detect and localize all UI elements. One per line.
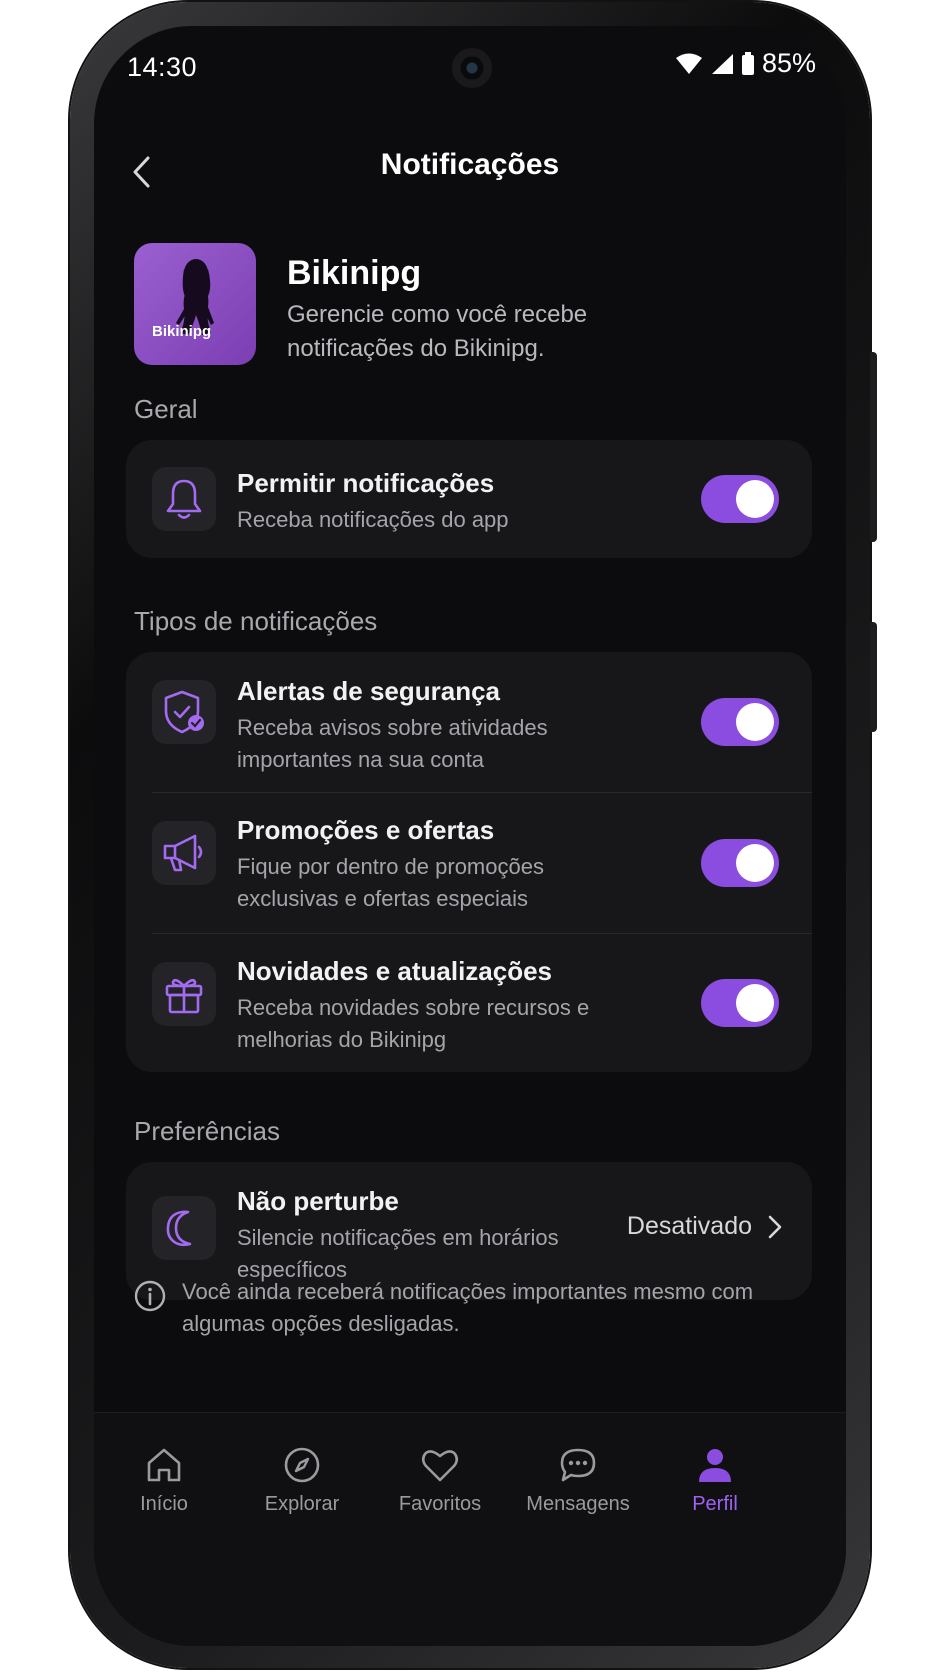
front-camera: [452, 48, 492, 88]
nav-label: Explorar: [264, 1493, 340, 1515]
setting-title: Promoções e ofertas: [237, 815, 495, 845]
bell-icon: [166, 479, 202, 519]
nav-label: Favoritos: [398, 1493, 482, 1515]
toggle-knob: [736, 480, 774, 518]
user-icon: [699, 1449, 731, 1482]
setting-subtitle: Receba notificações do app: [237, 507, 509, 532]
do-not-disturb-value: Desativado: [626, 1212, 752, 1240]
setting-subtitle: Receba novidades sobre recursos e melhor…: [237, 995, 590, 1052]
nav-label: Mensagens: [526, 1493, 630, 1515]
section-label-preferences: Preferências: [134, 1116, 280, 1146]
power-button: [870, 622, 877, 732]
megaphone-icon: [163, 834, 203, 872]
signal-icon: [711, 53, 733, 74]
setting-subtitle: Receba avisos sobre atividades important…: [237, 715, 548, 772]
types-card: Alertas de segurança Receba avisos sobre…: [126, 652, 812, 1072]
app-name: Bikinipg: [287, 254, 422, 292]
app-logo: Bikinipg: [134, 243, 256, 365]
section-label-types: Tipos de notificações: [134, 606, 378, 636]
battery-icon: [741, 51, 754, 75]
icon-box: [152, 821, 216, 885]
status-time: 14:30: [127, 52, 198, 82]
heart-icon: [421, 1450, 459, 1482]
silhouette-icon: [176, 259, 214, 335]
icon-box: [152, 680, 216, 744]
page-title: Notificações: [380, 148, 560, 181]
app-description: Gerencie como você recebe notificações d…: [287, 301, 588, 362]
screen: 14:30 85% Notificações Bikinipg Bikinipg…: [94, 26, 846, 1646]
news-toggle[interactable]: [701, 979, 779, 1027]
toggle-knob: [736, 844, 774, 882]
setting-title: Permitir notificações: [237, 468, 495, 498]
nav-label: Início: [140, 1493, 188, 1515]
shield-check-icon: [164, 690, 204, 734]
toggle-knob: [736, 703, 774, 741]
toggle-knob: [736, 984, 774, 1022]
section-label-general: Geral: [134, 394, 198, 424]
security-alerts-toggle[interactable]: [701, 698, 779, 746]
chat-icon: [560, 1448, 596, 1482]
home-icon: [147, 1448, 181, 1482]
setting-title: Não perturbe: [237, 1186, 399, 1216]
setting-row-allow-notifications[interactable]: Permitir notificações Receba notificaçõe…: [126, 440, 812, 558]
info-text: Você ainda receberá notificações importa…: [182, 1279, 754, 1336]
chevron-right-icon: [764, 1212, 786, 1242]
nav-item-perfil[interactable]: Perfil: [650, 1443, 780, 1516]
icon-box: [152, 962, 216, 1026]
promotions-toggle[interactable]: [701, 839, 779, 887]
compass-icon: [284, 1447, 320, 1483]
nav-item-mensagens[interactable]: Mensagens: [513, 1443, 643, 1516]
allow-notifications-toggle[interactable]: [701, 475, 779, 523]
bottom-navigation: Início Explorar Favoritos Mensagens Perf…: [94, 1412, 846, 1646]
setting-subtitle: Fique por dentro de promoções exclusivas…: [237, 854, 544, 911]
nav-label: Perfil: [692, 1493, 738, 1515]
icon-box: [152, 1196, 216, 1260]
nav-item-favoritos[interactable]: Favoritos: [375, 1443, 505, 1516]
setting-title: Novidades e atualizações: [237, 956, 553, 986]
setting-title: Alertas de segurança: [237, 676, 501, 706]
general-card: Permitir notificações Receba notificaçõe…: [126, 440, 812, 558]
app-logo-text: Bikinipg: [152, 323, 212, 340]
nav-item-inicio[interactable]: Início: [99, 1443, 229, 1516]
moon-icon: [166, 1210, 192, 1247]
info-icon: [134, 1280, 166, 1312]
nav-item-explorar[interactable]: Explorar: [237, 1443, 367, 1516]
setting-row-news[interactable]: Novidades e atualizações Receba novidade…: [126, 934, 812, 1072]
wifi-icon: [675, 53, 702, 74]
volume-button: [870, 352, 877, 542]
gift-icon: [165, 978, 203, 1014]
status-icons: 85%: [675, 48, 816, 79]
battery-percentage: 85%: [761, 48, 816, 78]
icon-box: [152, 467, 216, 531]
setting-row-promotions[interactable]: Promoções e ofertas Fique por dentro de …: [126, 793, 812, 933]
setting-row-security-alerts[interactable]: Alertas de segurança Receba avisos sobre…: [126, 652, 812, 792]
